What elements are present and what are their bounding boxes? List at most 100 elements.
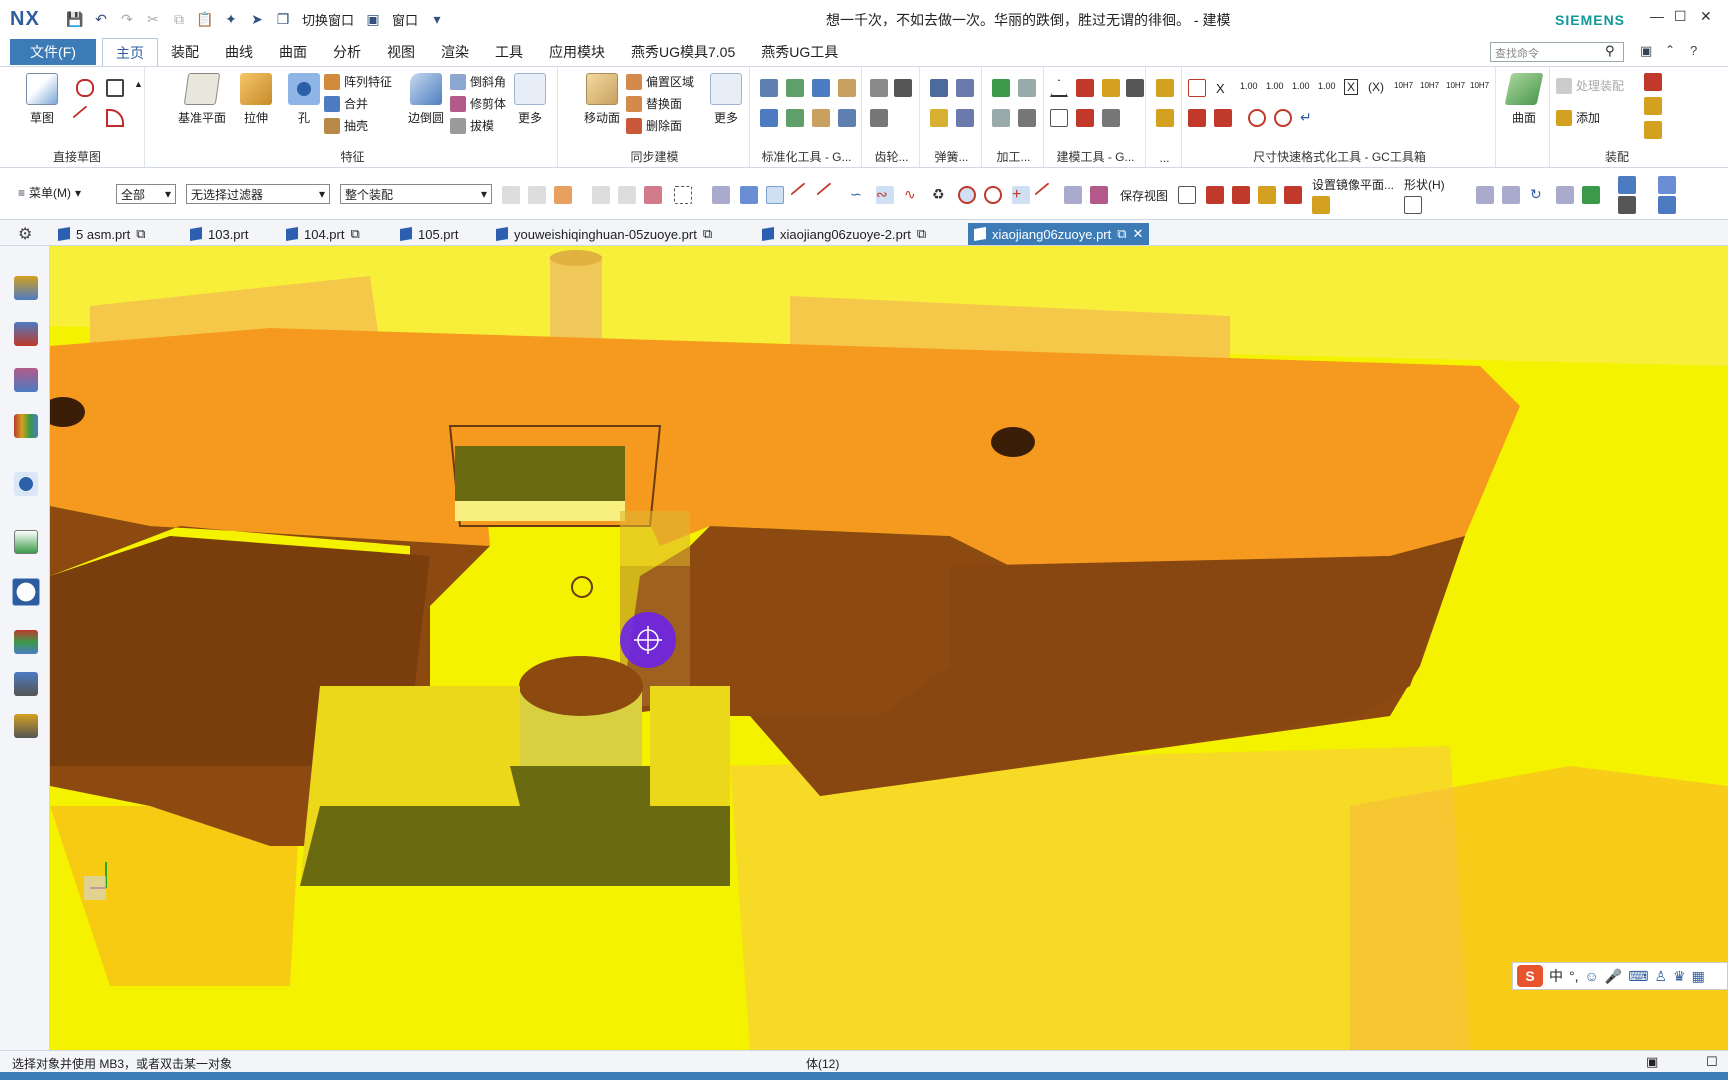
search-icon[interactable]: ⚲ [1605,43,1615,59]
modeling-tool-6-icon[interactable] [1076,109,1094,127]
graphics-viewport[interactable] [50,246,1728,1050]
render-tool-2-icon[interactable] [1502,186,1520,204]
gallery-up-icon[interactable]: ▲ [134,79,143,97]
save-icon[interactable]: 💾 [64,8,86,30]
render-tool-3-icon[interactable] [1556,186,1574,204]
arc-icon[interactable] [106,109,124,127]
doc-tab-xiaojiang06zuoye-2[interactable]: xiaojiang06zuoye-2.prt ⧉ [756,223,932,245]
assembly-tool-1-icon[interactable] [1644,73,1662,91]
switch-window-icon[interactable]: ❐ [272,8,294,30]
ime-menu-icon[interactable]: ▦ [1692,968,1705,985]
misc-tool-2-icon[interactable] [1156,109,1174,127]
rectangle-select-icon[interactable] [674,186,692,204]
tab-analysis[interactable]: 分析 [320,38,374,66]
punctuation-icon[interactable]: °, [1569,968,1579,984]
modeling-tool-4-icon[interactable] [1126,79,1144,97]
dim-tool-b1-icon[interactable] [1188,109,1206,127]
voice-icon[interactable]: 🎤 [1605,968,1622,985]
ime-toolbar[interactable]: S 中 °, ☺ 🎤 ⌨ ♙ ♛ ▦ [1512,962,1728,990]
customize-dropdown-icon[interactable]: ▾ [426,8,448,30]
part-navigator-icon[interactable] [14,368,38,392]
display-tool-3-icon[interactable] [1618,196,1636,214]
hd3d-tools-icon[interactable] [14,472,38,496]
datum-plane-button[interactable]: 基准平面 [176,73,228,126]
filter-tool-5-icon[interactable] [618,186,636,204]
snap-arc-center-icon[interactable] [958,186,976,204]
unite-button[interactable]: 合并 [324,95,368,112]
filter-tool-2-icon[interactable] [528,186,546,204]
tab-render[interactable]: 渲染 [428,38,482,66]
dim-return-icon[interactable]: ↵ [1300,109,1318,127]
settings-gear-icon[interactable]: ⚙ [18,224,32,244]
view-tool-4-icon[interactable] [1206,186,1224,204]
skin-icon[interactable]: ♛ [1673,968,1686,985]
tab-tools[interactable]: 工具 [482,38,536,66]
tab-curve[interactable]: 曲线 [212,38,266,66]
close-icon[interactable]: ✕ [1700,8,1712,25]
switch-window-button[interactable]: 切换窗口 [302,10,354,29]
dim-diameter-2-icon[interactable] [1274,109,1292,127]
doc-tab-105[interactable]: 105.prt [394,223,464,245]
touch-mode-icon[interactable]: ✦ [220,8,242,30]
shape-menu-button[interactable]: 形状(H) [1404,176,1445,193]
trim-body-button[interactable]: 修剪体 [450,95,506,112]
snap-control-icon[interactable]: ∾ [876,186,894,204]
undo-icon[interactable]: ↶ [90,8,112,30]
extrude-button[interactable]: 拉伸 [230,73,282,126]
tab-assembly[interactable]: 装配 [158,38,212,66]
feature-more-button[interactable]: 更多 [504,73,556,126]
constraint-navigator-icon[interactable] [14,322,38,346]
dim-tool-b2-icon[interactable] [1214,109,1232,127]
standard-tool-7-icon[interactable] [812,109,830,127]
spring-tool-1-icon[interactable] [930,79,948,97]
select-body-icon[interactable] [712,186,730,204]
standard-tool-8-icon[interactable] [838,109,856,127]
move-face-button[interactable]: 移动面 [576,73,628,126]
doc-tab-103[interactable]: 103.prt [184,223,254,245]
user-icon[interactable]: ♙ [1654,968,1667,985]
dim-diameter-icon[interactable] [1248,109,1266,127]
snap-spline-icon[interactable]: ∿ [904,186,922,204]
dim-tol-4-button[interactable]: 1.00 [1318,81,1336,91]
standard-tool-5-icon[interactable] [760,109,778,127]
standard-tool-3-icon[interactable] [812,79,830,97]
doc-tab-5-asm[interactable]: 5 asm.prt ⧉ [52,223,151,245]
refresh-icon[interactable]: ↻ [1530,186,1548,204]
dimension-tool-icon[interactable] [1188,79,1206,97]
process-assembly-button[interactable]: 处理装配 [1556,77,1624,94]
dim-ref-x-button[interactable]: (X) [1368,80,1384,94]
help-icon[interactable]: ? [1690,43,1697,58]
redo-icon[interactable]: ↷ [116,8,138,30]
tab-applications[interactable]: 应用模块 [536,38,618,66]
web-browser-icon[interactable] [14,530,38,554]
dim-x-button[interactable]: X [1216,81,1225,96]
assembly-navigator-icon[interactable] [14,276,38,300]
view-tool-3-icon[interactable] [1178,186,1196,204]
tab-view[interactable]: 视图 [374,38,428,66]
type-filter-select[interactable]: 全部 ▾ [116,184,176,204]
file-menu-tab[interactable]: 文件(F) [10,39,96,65]
hole-button[interactable]: 孔 [278,73,330,126]
dim-tol-2-button[interactable]: 1.00 [1266,81,1284,91]
cut-icon[interactable]: ✂ [142,8,164,30]
misc-tool-1-icon[interactable] [1156,79,1174,97]
tab-yanxiu-mold[interactable]: 燕秀UG模具7.05 [618,38,748,66]
process-studio-icon[interactable] [14,672,38,696]
offset-region-button[interactable]: 偏置区域 [626,73,694,90]
modeling-tool-5-icon[interactable] [1050,109,1068,127]
close-tab-icon[interactable]: ✕ [1133,226,1144,242]
gear-tool-2-icon[interactable] [894,79,912,97]
menu-button[interactable]: ≡ 菜单(M) ▾ [18,184,81,201]
spring-tool-3-icon[interactable] [930,109,948,127]
emoji-icon[interactable]: ☺ [1585,968,1599,984]
dim-box-x-button[interactable]: X [1344,79,1359,95]
snap-midpoint-icon[interactable] [816,182,842,208]
reuse-library-icon[interactable] [14,414,38,438]
display-tool-1-icon[interactable] [1618,176,1636,194]
fit-10h7-4-button[interactable]: 10H7 [1470,81,1489,90]
command-search-input[interactable]: 查找命令 [1490,42,1624,62]
view-tool-1-icon[interactable] [1064,186,1082,204]
filter-tool-6-icon[interactable] [644,186,662,204]
render-tool-1-icon[interactable] [1476,186,1494,204]
paste-icon[interactable]: 📋 [194,8,216,30]
